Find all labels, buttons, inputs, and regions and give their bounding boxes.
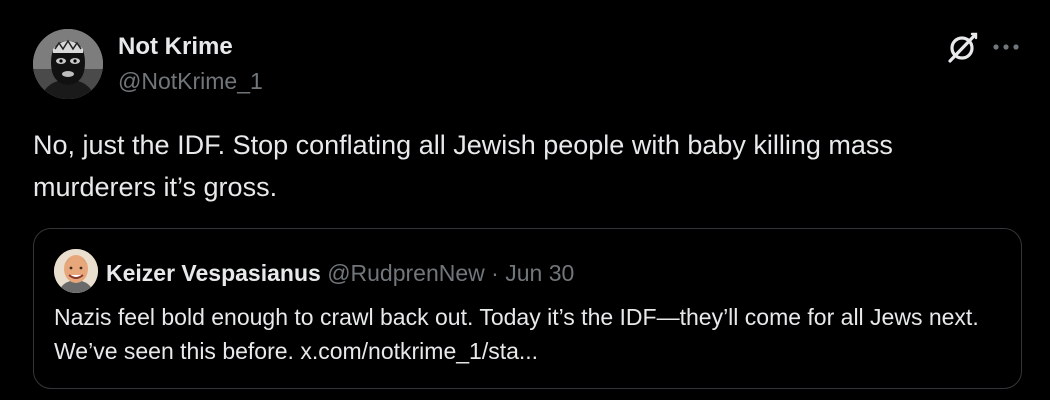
grok-icon[interactable] (944, 30, 980, 66)
quoted-author-display-name[interactable]: Keizer Vespasianus (106, 260, 321, 286)
quoted-tweet-date[interactable]: Jun 30 (505, 260, 574, 286)
quoted-tweet-text: Nazis feel bold enough to crawl back out… (54, 304, 979, 364)
quoted-tweet-header: Keizer Vespasianus @RudprenNew · Jun 30 (106, 259, 574, 287)
more-horizontal-icon[interactable] (990, 36, 1022, 58)
quoted-tweet[interactable]: Keizer Vespasianus @RudprenNew · Jun 30 … (33, 228, 1022, 389)
author-avatar[interactable] (33, 29, 103, 99)
masked-avatar-icon (33, 29, 103, 99)
author-handle[interactable]: @NotKrime_1 (118, 68, 263, 95)
quoted-author-avatar[interactable] (54, 249, 98, 293)
tweet-card: Not Krime @NotKrime_1 No, just the IDF. … (0, 0, 1050, 400)
header-separator: · (491, 260, 499, 286)
smiling-man-avatar-icon (54, 249, 98, 293)
author-display-name[interactable]: Not Krime (118, 33, 233, 61)
quoted-author-handle[interactable]: @RudprenNew (327, 260, 485, 286)
tweet-text: No, just the IDF. Stop conflating all Je… (33, 130, 893, 202)
